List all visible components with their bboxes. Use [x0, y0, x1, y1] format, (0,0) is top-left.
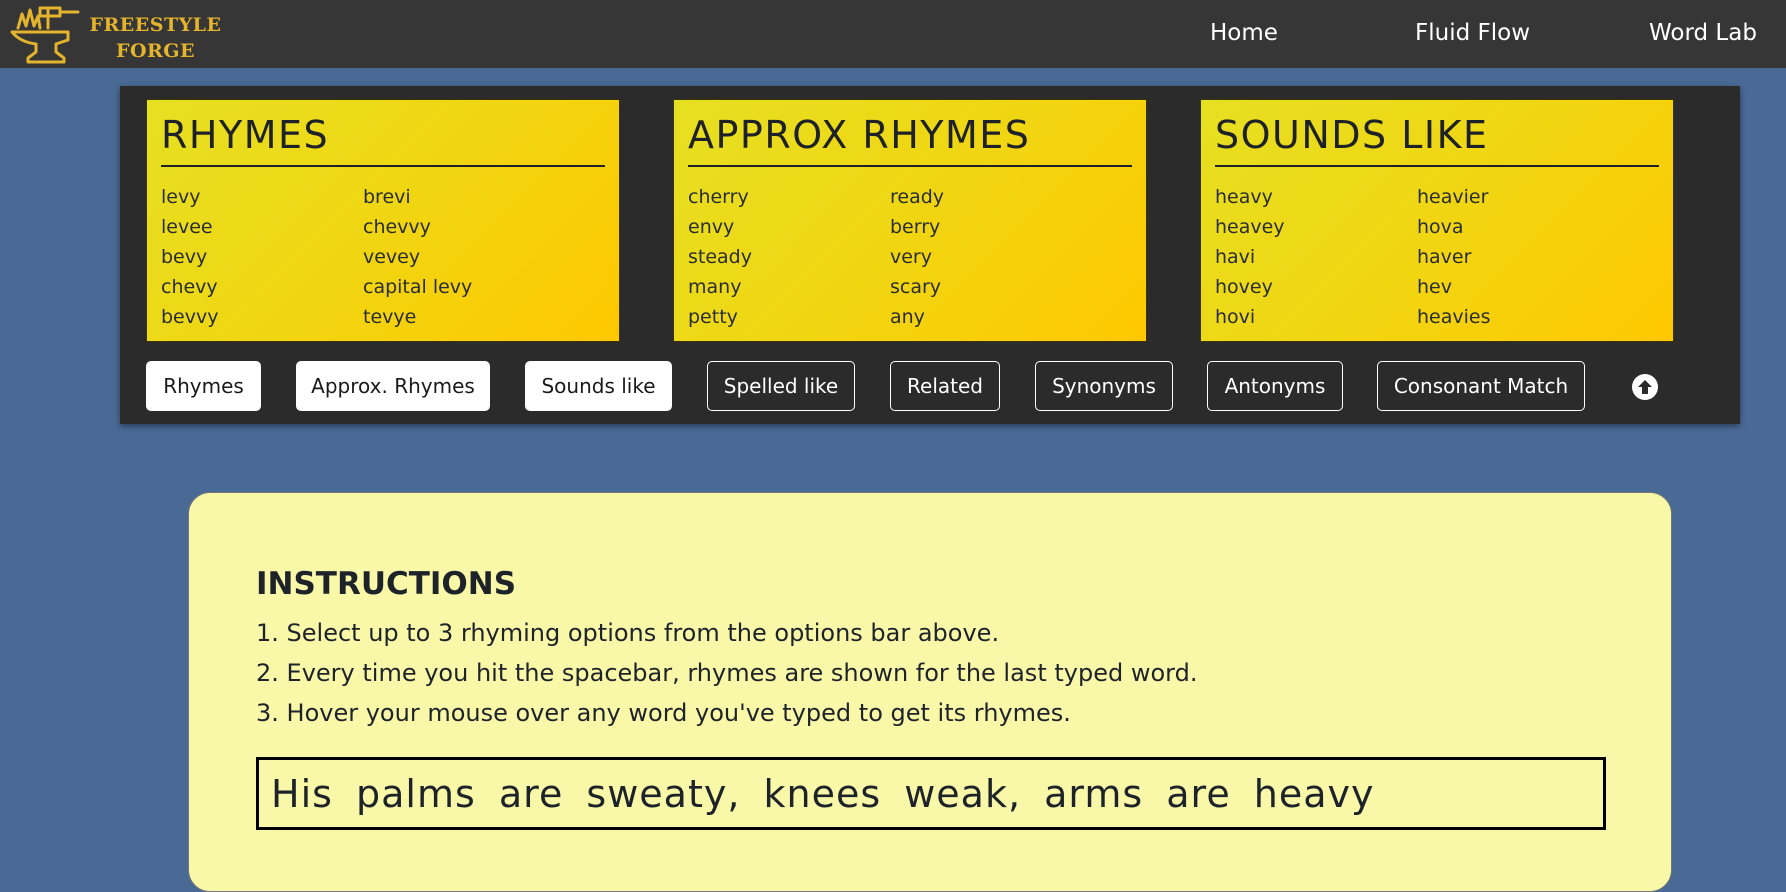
- anvil-hammer-icon: [10, 6, 80, 64]
- rhyme-word[interactable]: tevye: [363, 302, 565, 332]
- sounds-like-word[interactable]: heavies: [1417, 302, 1619, 332]
- rhyme-word[interactable]: capital levy: [363, 272, 565, 302]
- arrow-up-circle-icon: [1638, 380, 1652, 394]
- sounds-like-word[interactable]: heavey: [1215, 212, 1417, 242]
- approx-rhyme-word[interactable]: steady: [688, 242, 890, 272]
- instruction-step: 2. Every time you hit the spacebar, rhym…: [256, 659, 1198, 687]
- brand-wordmark: FREESTYLE FORGE: [88, 12, 223, 64]
- approx-rhymes-card: APPROX RHYMES cherry envy steady many pe…: [673, 99, 1147, 342]
- rhyme-word[interactable]: chevvy: [363, 212, 565, 242]
- brand-line-2: FORGE: [115, 40, 196, 62]
- option-consonant-match-button[interactable]: Consonant Match: [1377, 361, 1585, 411]
- instruction-step: 1. Select up to 3 rhyming options from t…: [256, 619, 1000, 647]
- option-antonyms-button[interactable]: Antonyms: [1207, 361, 1343, 411]
- rhyme-word[interactable]: vevey: [363, 242, 565, 272]
- rhyme-word[interactable]: levy: [161, 182, 363, 212]
- nav-word-lab[interactable]: Word Lab: [1649, 18, 1757, 48]
- rhymes-word-list: levy levee bevy chevy bevvy brevi chevvy…: [161, 182, 601, 332]
- instruction-step: 3. Hover your mouse over any word you've…: [256, 699, 1071, 727]
- approx-rhymes-card-title: APPROX RHYMES: [688, 113, 1031, 157]
- option-rhymes-button[interactable]: Rhymes: [146, 361, 261, 411]
- sounds-like-word[interactable]: havi: [1215, 242, 1417, 272]
- lyrics-editor[interactable]: His palms are sweaty, knees weak, arms a…: [256, 757, 1606, 830]
- rhyme-results-panel: RHYMES levy levee bevy chevy bevvy brevi…: [120, 86, 1740, 424]
- option-related-button[interactable]: Related: [890, 361, 1000, 411]
- top-navbar: FREESTYLE FORGE Home Fluid Flow Word Lab: [0, 0, 1786, 68]
- approx-rhyme-word[interactable]: ready: [890, 182, 1092, 212]
- option-sounds-like-button[interactable]: Sounds like: [525, 361, 672, 411]
- instructions-heading: INSTRUCTIONS: [256, 566, 517, 602]
- approx-rhyme-word[interactable]: berry: [890, 212, 1092, 242]
- sounds-like-word-list: heavy heavey havi hovey hovi heavier hov…: [1215, 182, 1655, 332]
- approx-rhyme-word[interactable]: many: [688, 272, 890, 302]
- sounds-like-card: SOUNDS LIKE heavy heavey havi hovey hovi…: [1200, 99, 1674, 342]
- option-synonyms-button[interactable]: Synonyms: [1035, 361, 1173, 411]
- card-divider: [1215, 165, 1659, 167]
- rhyme-word[interactable]: bevvy: [161, 302, 363, 332]
- approx-rhyme-word[interactable]: envy: [688, 212, 890, 242]
- nav-home[interactable]: Home: [1210, 18, 1278, 48]
- card-divider: [161, 165, 605, 167]
- sounds-like-word[interactable]: hova: [1417, 212, 1619, 242]
- brand-logo[interactable]: FREESTYLE FORGE: [8, 2, 221, 66]
- instructions-list: 1. Select up to 3 rhyming options from t…: [256, 613, 1197, 733]
- brand-line-1: FREESTYLE: [89, 14, 222, 36]
- approx-rhyme-word[interactable]: petty: [688, 302, 890, 332]
- sounds-like-word[interactable]: hev: [1417, 272, 1619, 302]
- sounds-like-word[interactable]: heavier: [1417, 182, 1619, 212]
- sounds-like-word[interactable]: heavy: [1215, 182, 1417, 212]
- scroll-to-top-button[interactable]: [1632, 374, 1658, 400]
- rhyme-word[interactable]: brevi: [363, 182, 565, 212]
- approx-rhyme-word[interactable]: cherry: [688, 182, 890, 212]
- approx-rhyme-word[interactable]: scary: [890, 272, 1092, 302]
- rhyme-word[interactable]: bevy: [161, 242, 363, 272]
- lyrics-text[interactable]: His palms are sweaty, knees weak, arms a…: [271, 770, 1375, 818]
- rhyme-word[interactable]: levee: [161, 212, 363, 242]
- card-divider: [688, 165, 1132, 167]
- approx-rhyme-word[interactable]: any: [890, 302, 1092, 332]
- option-spelled-like-button[interactable]: Spelled like: [707, 361, 855, 411]
- rhyme-word[interactable]: chevy: [161, 272, 363, 302]
- rhymes-card: RHYMES levy levee bevy chevy bevvy brevi…: [146, 99, 620, 342]
- rhymes-card-title: RHYMES: [161, 113, 330, 157]
- sounds-like-word[interactable]: hovey: [1215, 272, 1417, 302]
- sounds-like-word[interactable]: hovi: [1215, 302, 1417, 332]
- option-approx-rhymes-button[interactable]: Approx. Rhymes: [296, 361, 490, 411]
- sounds-like-card-title: SOUNDS LIKE: [1215, 113, 1489, 157]
- approx-rhyme-word[interactable]: very: [890, 242, 1092, 272]
- instructions-card: INSTRUCTIONS 1. Select up to 3 rhyming o…: [188, 492, 1672, 892]
- sounds-like-word[interactable]: haver: [1417, 242, 1619, 272]
- approx-rhymes-word-list: cherry envy steady many petty ready berr…: [688, 182, 1128, 332]
- nav-fluid-flow[interactable]: Fluid Flow: [1415, 18, 1530, 48]
